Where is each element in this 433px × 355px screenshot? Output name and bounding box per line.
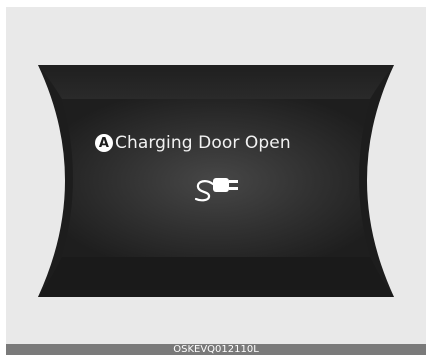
charging-door-message: A Charging Door Open xyxy=(95,131,291,155)
charging-plug-icon xyxy=(194,178,238,202)
image-code: OSKEVQ012110L xyxy=(173,344,259,355)
display-top-band xyxy=(38,65,394,99)
caption-bar: OSKEVQ012110L xyxy=(6,344,426,355)
display-bottom-band xyxy=(38,257,394,297)
callout-badge: A xyxy=(95,134,113,152)
message-text: Charging Door Open xyxy=(115,133,291,153)
